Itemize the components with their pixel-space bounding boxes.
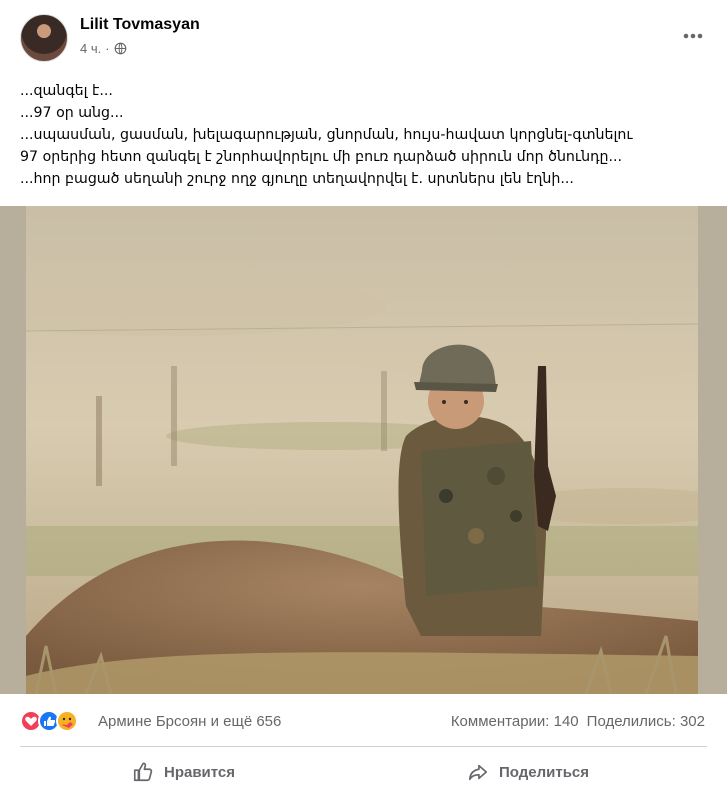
- post-card: Lilit Tovmasyan 4 ч. · ...զանգել է... ..…: [0, 0, 727, 800]
- author-name[interactable]: Lilit Tovmasyan: [80, 16, 200, 34]
- engagement-counts: Комментарии: 140 Поделились: 302: [451, 713, 705, 730]
- thumbs-up-icon: [133, 762, 153, 782]
- share-arrow-icon: [468, 764, 488, 781]
- reactions-bar: Армине Брсоян и ещё 656 Комментарии: 140…: [0, 704, 727, 736]
- avatar[interactable]: [20, 14, 68, 62]
- post-actions: Нравится Поделиться: [0, 750, 727, 794]
- post-photo[interactable]: [26, 206, 698, 694]
- share-label: Поделиться: [499, 763, 590, 781]
- more-horizontal-icon: [683, 33, 703, 39]
- shares-count[interactable]: Поделились: 302: [587, 713, 705, 730]
- post-time[interactable]: 4 ч.: [80, 41, 101, 56]
- like-label: Нравится: [164, 763, 236, 781]
- globe-icon: [114, 42, 126, 55]
- more-options-button[interactable]: [681, 24, 705, 48]
- like-button[interactable]: Нравится: [132, 754, 235, 790]
- post-meta: 4 ч. ·: [80, 41, 127, 56]
- post-text-line: 97 օրերից հետո զանգել է շնորհավորելու մի…: [20, 149, 623, 165]
- divider: [20, 746, 707, 747]
- reactions-summary[interactable]: [20, 709, 92, 733]
- meta-dot: ·: [105, 41, 110, 56]
- post-text-line: ...զանգել է...: [20, 83, 113, 99]
- post-header: Lilit Tovmasyan 4 ч. ·: [0, 0, 727, 70]
- post-text-line: ...սպասման, ցասման, խելագարության, ցնորմ…: [20, 127, 633, 143]
- post-text-line: ...97 օր անց...: [20, 105, 124, 121]
- post-text-line: ...հոր բացած սեղանի շուրջ ողջ գյուղը տեղ…: [20, 171, 574, 187]
- share-button[interactable]: Поделиться: [467, 754, 589, 790]
- post-text: ...զանգել է... ...97 օր անց... ...սպասմա…: [20, 80, 710, 190]
- post-photo-frame[interactable]: [0, 206, 727, 694]
- comments-count[interactable]: Комментарии: 140: [451, 713, 579, 730]
- reactions-names[interactable]: Армине Брсоян и ещё 656: [98, 713, 281, 730]
- care-icon: [56, 710, 78, 732]
